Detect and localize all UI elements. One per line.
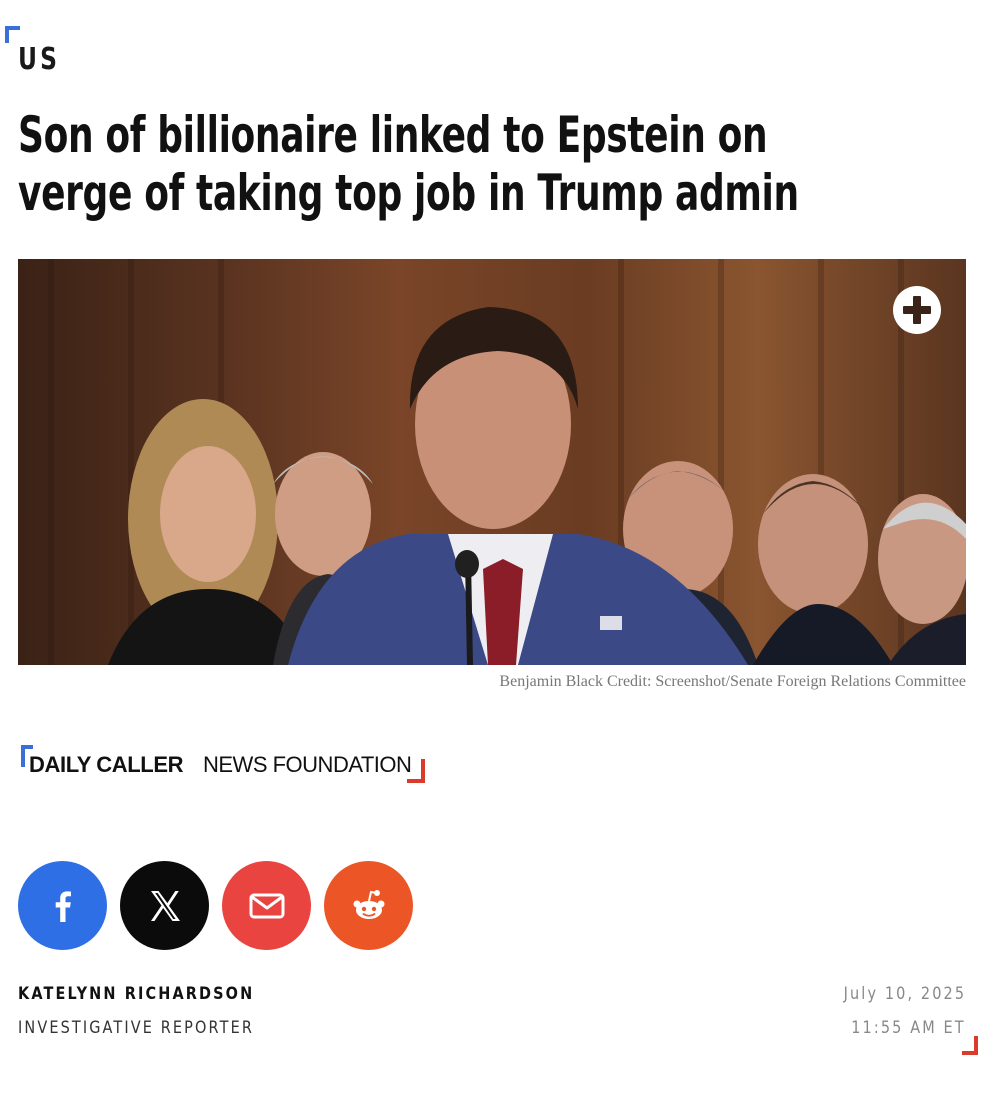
share-reddit-button[interactable]	[324, 861, 413, 950]
facebook-icon	[55, 890, 71, 922]
mail-icon	[249, 893, 284, 918]
x-icon	[150, 890, 180, 921]
share-facebook-button[interactable]	[18, 861, 107, 950]
expand-image-button[interactable]	[893, 286, 941, 334]
publish-date: July 10, 2025	[843, 984, 966, 1004]
image-caption: Benjamin Black Credit: Screenshot/Senate…	[499, 673, 966, 690]
share-buttons	[18, 861, 413, 950]
plus-circle-icon	[903, 296, 931, 324]
share-x-button[interactable]	[120, 861, 209, 950]
publisher-logo[interactable]: DAILY CALLER NEWS FOUNDATION	[21, 745, 426, 783]
logo-text-bold: DAILY CALLER	[29, 752, 184, 777]
logo-bracket-right	[407, 759, 425, 783]
article-headline: Son of billionaire linked to Epstein on …	[18, 106, 799, 222]
share-email-button[interactable]	[222, 861, 311, 950]
author-role: INVESTIGATIVE REPORTER	[18, 1018, 255, 1038]
hero-photo-illustration	[48, 259, 966, 665]
logo-text-regular: NEWS FOUNDATION	[203, 752, 412, 777]
article-hero-image[interactable]	[18, 259, 966, 665]
reddit-icon	[353, 889, 384, 919]
publish-time: 11:55 AM ET	[851, 1018, 966, 1038]
author-name[interactable]: KATELYNN RICHARDSON	[18, 984, 254, 1004]
section-corner-bracket	[5, 26, 20, 43]
section-label[interactable]: US	[18, 42, 60, 77]
byline-corner-bracket	[962, 1036, 978, 1055]
